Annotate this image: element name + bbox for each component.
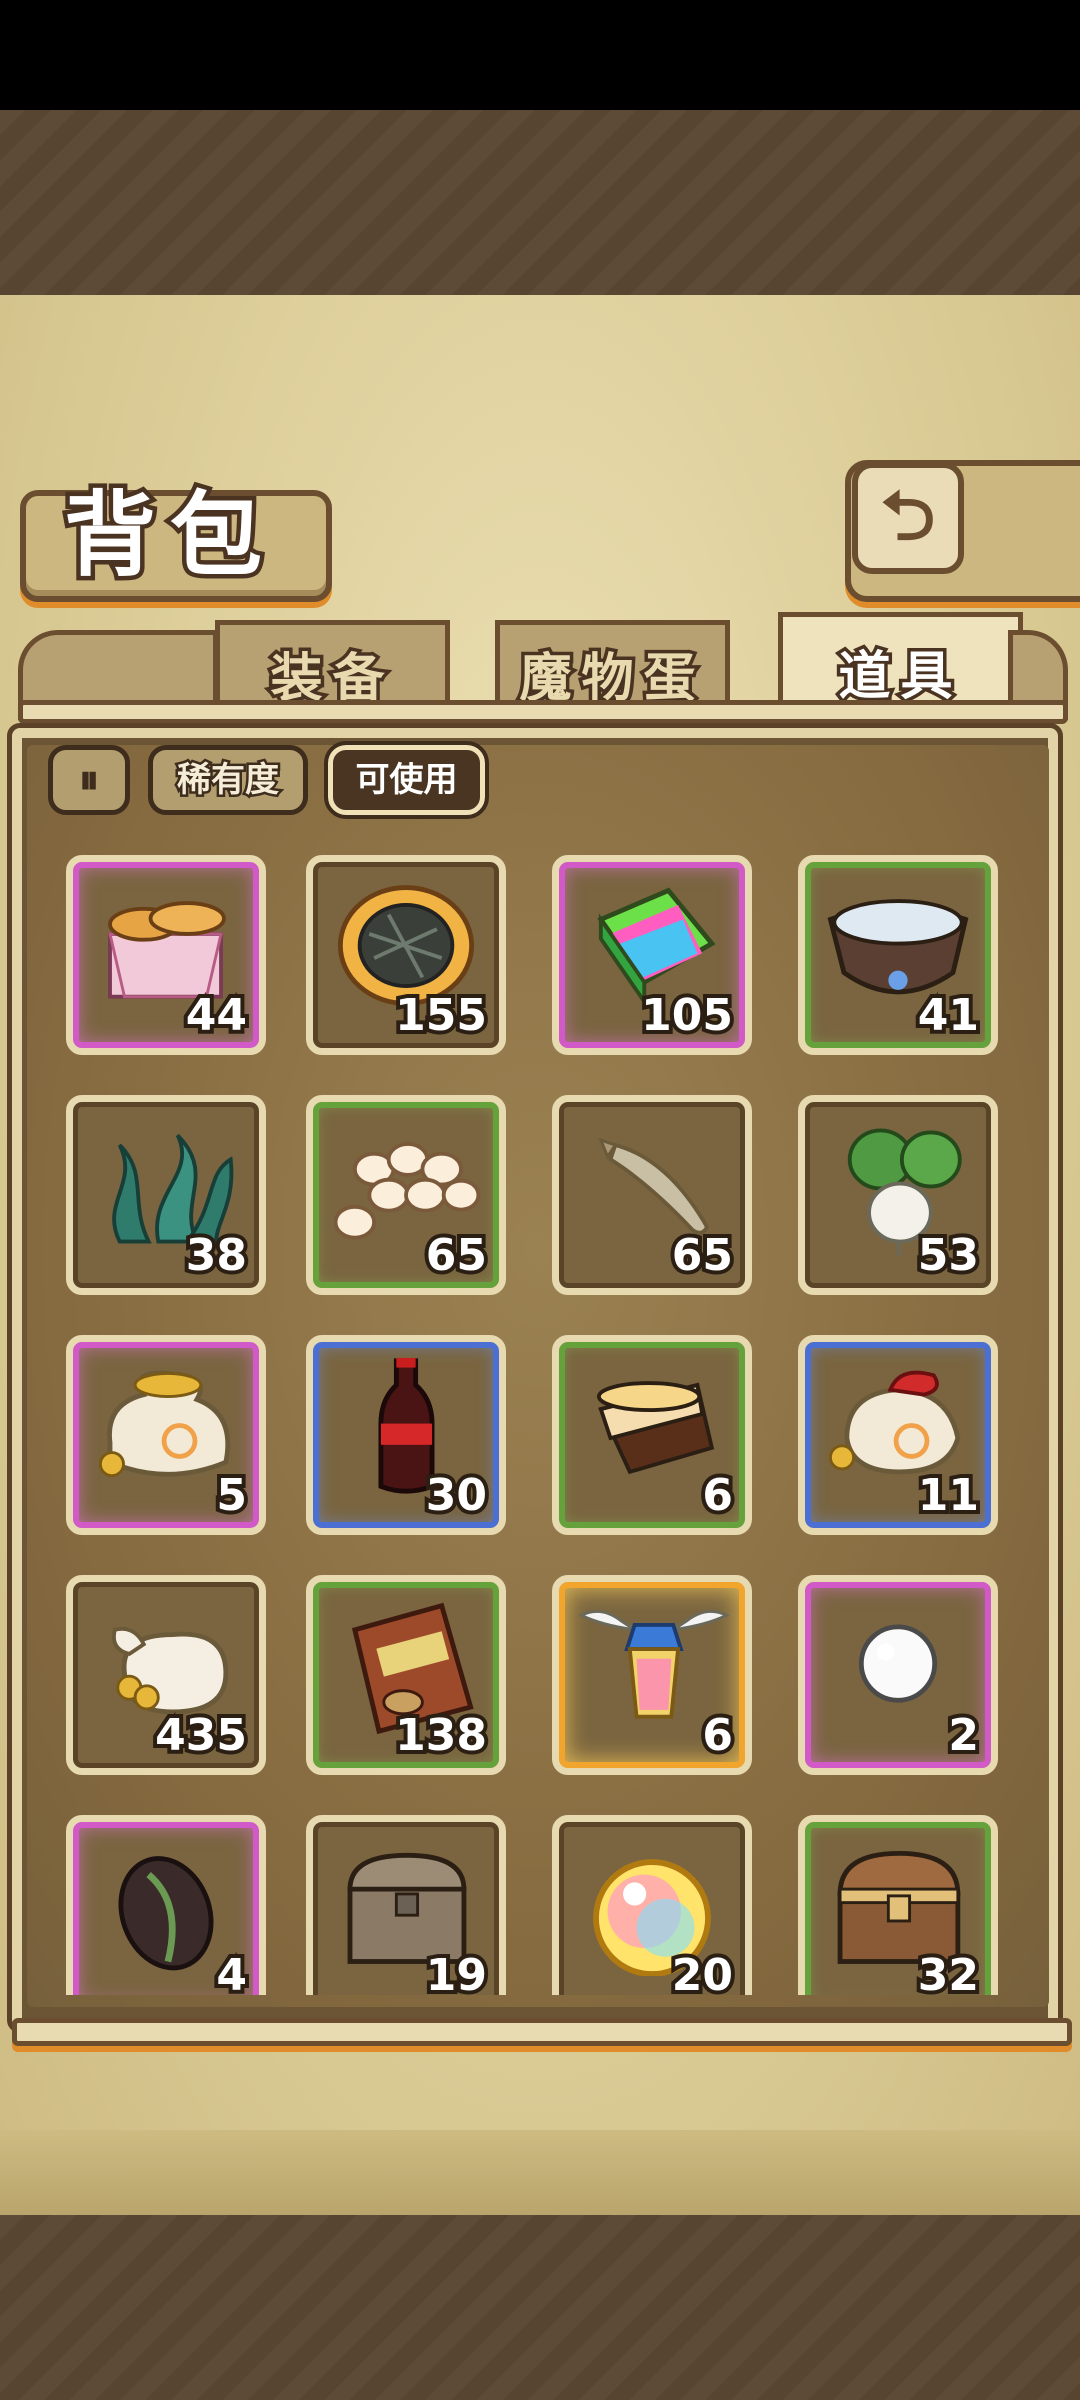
sort-toggle-icon: ⏸ (79, 757, 99, 803)
inventory-slot[interactable]: 435 (66, 1575, 266, 1775)
item-count: 2 (944, 1706, 983, 1765)
item-count: 138 (391, 1706, 491, 1765)
inventory-slot[interactable]: 2 (798, 1575, 998, 1775)
parchment-bottom (0, 2130, 1080, 2215)
page-title: 背包 (59, 477, 276, 594)
item-count: 65 (668, 1226, 737, 1285)
inventory-slot[interactable]: 41 (798, 855, 998, 1055)
inventory-slot[interactable]: 20 (552, 1815, 752, 1995)
item-count: 38 (182, 1226, 251, 1285)
inventory-slot[interactable]: 19 (306, 1815, 506, 1995)
item-count: 44 (182, 986, 251, 1045)
item-count: 19 (422, 1946, 491, 1995)
inventory-slot[interactable]: 53 (798, 1095, 998, 1295)
inventory-slot[interactable]: 38 (66, 1095, 266, 1295)
inventory-slot[interactable]: 65 (306, 1095, 506, 1295)
inventory-slot[interactable]: 44 (66, 855, 266, 1055)
inventory-slot[interactable]: 105 (552, 855, 752, 1055)
back-arrow-icon: ⮌ (880, 477, 936, 556)
inventory-slot[interactable]: 5 (66, 1335, 266, 1535)
map-background-bottom (0, 2215, 1080, 2400)
item-count: 32 (914, 1946, 983, 1995)
inventory-slot[interactable]: 32 (798, 1815, 998, 1995)
item-count: 6 (698, 1466, 737, 1525)
item-count: 105 (637, 986, 737, 1045)
item-count: 20 (668, 1946, 737, 1995)
inventory-slot[interactable]: 138 (306, 1575, 506, 1775)
item-count: 5 (212, 1466, 251, 1525)
item-count: 6 (698, 1706, 737, 1765)
usable-filter-button[interactable]: 可使用 (324, 741, 489, 819)
item-count: 11 (914, 1466, 983, 1525)
back-button[interactable]: ⮌ (852, 462, 964, 574)
map-background-top (0, 110, 1080, 300)
inventory-slot[interactable]: 155 (306, 855, 506, 1055)
inventory-slot[interactable]: 6 (552, 1575, 752, 1775)
status-bar (0, 0, 1080, 110)
item-count: 53 (914, 1226, 983, 1285)
item-count: 65 (422, 1226, 491, 1285)
inventory-slot[interactable]: 65 (552, 1095, 752, 1295)
inventory-slot[interactable]: 11 (798, 1335, 998, 1535)
inventory-slot[interactable]: 4 (66, 1815, 266, 1995)
tab-underline (18, 700, 1068, 724)
item-count: 4 (212, 1946, 251, 1995)
torn-edge-top (0, 295, 1080, 335)
inventory-slot[interactable]: 30 (306, 1335, 506, 1535)
item-grid-last-row: 4 19 20 32 (27, 1805, 1049, 1995)
item-count: 41 (914, 986, 983, 1045)
sort-toggle-button[interactable]: ⏸ (48, 745, 130, 815)
panel-bottom-rail (12, 2018, 1072, 2046)
inventory-slot[interactable]: 6 (552, 1335, 752, 1535)
item-count: 435 (151, 1706, 251, 1765)
item-count: 155 (391, 986, 491, 1045)
rarity-filter-button[interactable]: 稀有度 (148, 745, 308, 815)
item-count: 30 (422, 1466, 491, 1525)
